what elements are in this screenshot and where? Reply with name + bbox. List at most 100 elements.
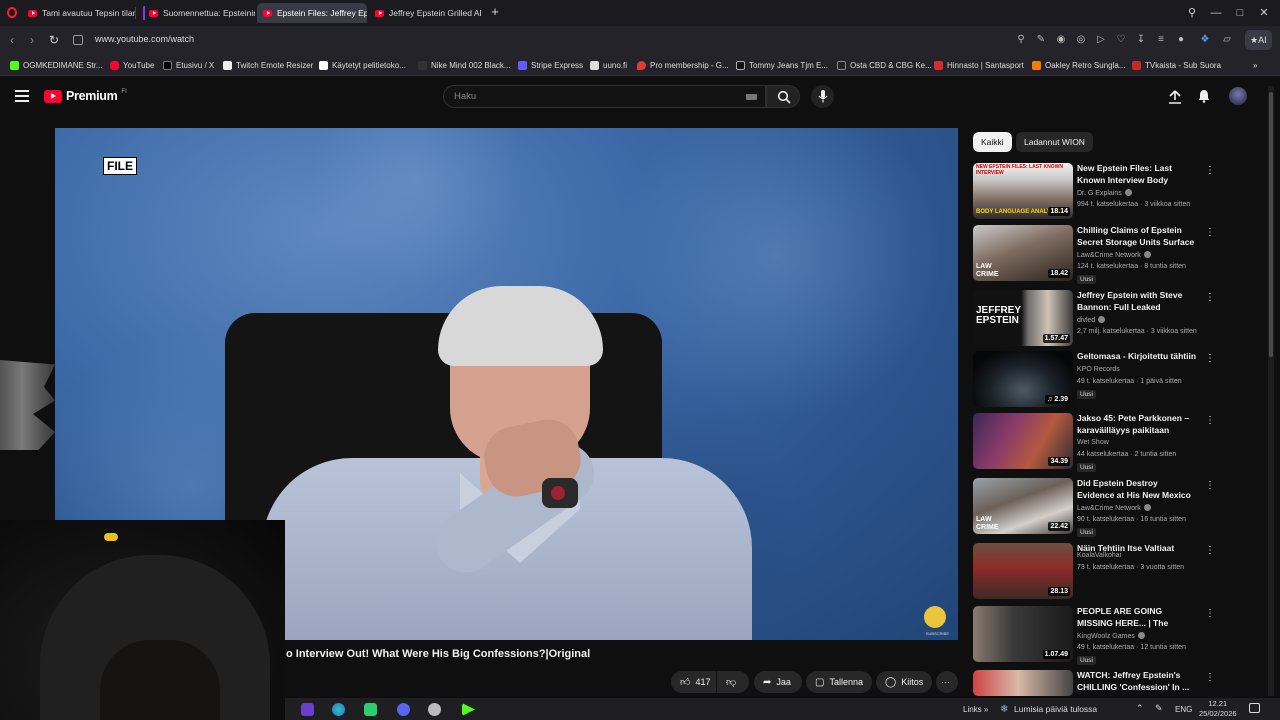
voice-search-button[interactable] — [811, 85, 834, 108]
bookmark-10[interactable]: Tommy Jeans Tjm E... — [736, 59, 828, 72]
tray-pen-icon[interactable]: ✎ — [1155, 703, 1163, 714]
clock[interactable]: 12.21 25/02/2026 — [1199, 699, 1237, 719]
browser-tab-2[interactable]: Suomennettua: Epsteinin — [143, 3, 255, 23]
bookmarks-overflow-icon[interactable]: » — [1253, 59, 1257, 72]
url-field[interactable]: www.youtube.com/watch — [95, 34, 194, 44]
extension-icon[interactable]: ❖ — [1199, 34, 1211, 46]
heart-icon[interactable]: ♡ — [1115, 34, 1127, 46]
share-button[interactable]: ➦ Jaa — [754, 671, 802, 693]
recommended-video[interactable]: 28.13 Näin Tehtiin Itse Valtiaat KoalaVa… — [973, 543, 1218, 603]
bookmark-12[interactable]: Hinnasto | Santasport — [934, 59, 1024, 72]
bookmark-4[interactable]: Twitch Emote Resizer — [223, 59, 313, 72]
input-language[interactable]: ENG — [1175, 705, 1192, 714]
more-options-icon[interactable]: ⋮ — [1205, 608, 1215, 619]
gamebar-icon[interactable] — [364, 703, 377, 716]
browser-tab-1[interactable]: Tami avautuu Tepsin tilan — [22, 3, 136, 23]
video-thumbnail[interactable]: 34.39 — [973, 413, 1073, 469]
recommended-video[interactable]: NEW EPSTEIN FILES: LAST KNOWN INTERVIEW … — [973, 163, 1218, 223]
thanks-button[interactable]: ◯ Kiitos — [876, 671, 932, 693]
search-input[interactable]: Haku — [443, 85, 766, 108]
more-options-icon[interactable]: ⋮ — [1205, 165, 1215, 176]
maximize-button[interactable]: □ — [1231, 4, 1249, 22]
taskbar-app-icon[interactable] — [301, 703, 314, 716]
tray-chevron-icon[interactable]: ⌃ — [1136, 703, 1144, 714]
more-options-icon[interactable]: ⋮ — [1205, 415, 1215, 426]
download-icon[interactable]: ↧ — [1135, 34, 1147, 46]
back-arrow-icon[interactable]: ‹ — [4, 32, 20, 48]
profile-icon[interactable]: ● — [1175, 34, 1187, 46]
weather-widget[interactable]: Lumisia päiviä tulossa — [1014, 704, 1097, 714]
bookmark-9[interactable]: Pro membership - G... — [637, 59, 729, 72]
more-options-icon[interactable]: ⋮ — [1205, 545, 1215, 556]
taskbar-links-toolbar[interactable]: Links » — [963, 705, 988, 714]
video-thumbnail[interactable] — [973, 670, 1073, 696]
cube-icon[interactable]: ▱ — [1221, 34, 1233, 46]
bookmark-1[interactable]: OGMKEDIMANE Str... — [10, 59, 103, 72]
recommended-video[interactable]: LAW CRIME 22.42 Did Epstein Destroy Evid… — [973, 478, 1218, 538]
youtube-premium-logo[interactable]: Premium FI — [44, 89, 127, 103]
new-tab-button[interactable]: + — [488, 5, 502, 19]
more-options-icon[interactable]: ⋮ — [1205, 672, 1215, 683]
edit-icon[interactable]: ✎ — [1035, 34, 1047, 46]
video-thumbnail[interactable]: 1.07.49 — [973, 606, 1073, 662]
reload-icon[interactable]: ↻ — [46, 32, 62, 48]
more-options-icon[interactable]: ⋮ — [1205, 480, 1215, 491]
subscribe-watermark-icon[interactable] — [924, 606, 946, 628]
bookmark-11[interactable]: Osta CBD & CBG Ke... — [837, 59, 932, 72]
recommended-video[interactable]: LAW CRIME 18.42 Chilling Claims of Epste… — [973, 225, 1218, 285]
edge-browser-icon[interactable] — [332, 703, 345, 716]
browser-tab-active[interactable]: Epstein Files: Jeffrey Epst — [257, 3, 367, 23]
shield-icon[interactable]: ◎ — [1075, 34, 1087, 46]
forward-arrow-icon[interactable]: › — [24, 32, 40, 48]
more-options-icon[interactable]: ⋮ — [1205, 292, 1215, 303]
search-button[interactable] — [766, 85, 800, 108]
upload-icon[interactable] — [1168, 90, 1182, 104]
video-thumbnail[interactable]: 28.13 — [973, 543, 1073, 599]
opera-logo-icon[interactable] — [7, 7, 17, 18]
more-options-icon[interactable]: ⋮ — [1205, 227, 1215, 238]
bookmark-5[interactable]: Käytetyt pelitietoko... — [319, 59, 406, 72]
recommended-video[interactable]: 34.39 Jakso 45: Pete Parkkonen – karaväi… — [973, 413, 1218, 473]
recommended-video[interactable]: 1.07.49 PEOPLE ARE GOING MISSING HERE...… — [973, 606, 1218, 666]
minimize-button[interactable]: — — [1207, 4, 1225, 22]
tab-search-icon[interactable]: ⚲ — [1183, 4, 1201, 22]
menu-icon[interactable]: ≡ — [1155, 34, 1167, 46]
video-thumbnail[interactable]: LAW CRIME 18.42 — [973, 225, 1073, 281]
recommended-video[interactable]: ♫ 2.39 Geltomasa - Kirjoitettu tähtiin K… — [973, 351, 1218, 411]
weather-icon[interactable]: ❄ — [1000, 704, 1008, 715]
close-window-button[interactable]: ✕ — [1255, 4, 1273, 22]
play-icon[interactable]: ▷ — [1095, 34, 1107, 46]
keyboard-icon[interactable] — [746, 94, 757, 100]
bookmark-14[interactable]: TVkaista - Sub Suora — [1132, 59, 1221, 72]
like-button[interactable]: 👍︎ 417 — [671, 671, 716, 693]
camera-icon[interactable]: ◉ — [1055, 34, 1067, 46]
bookmark-13[interactable]: Oakley Retro Sungla... — [1032, 59, 1125, 72]
chip-all[interactable]: Kaikki — [973, 132, 1012, 152]
dislike-button[interactable]: 👎︎ — [717, 671, 749, 693]
recommended-video[interactable]: WATCH: Jeffrey Epstein's CHILLING 'Confe… — [973, 670, 1218, 696]
scrollbar-thumb[interactable] — [1269, 92, 1273, 357]
video-thumbnail[interactable]: LAW CRIME 22.42 — [973, 478, 1073, 534]
shield-app-icon[interactable] — [428, 703, 441, 716]
site-info-icon[interactable] — [73, 35, 83, 45]
discord-icon[interactable] — [397, 703, 410, 716]
avatar[interactable] — [1229, 87, 1247, 105]
video-thumbnail[interactable]: NEW EPSTEIN FILES: LAST KNOWN INTERVIEW … — [973, 163, 1073, 219]
bookmark-6[interactable]: Nike Mind 002 Black... — [418, 59, 511, 72]
notification-center-icon[interactable] — [1249, 703, 1260, 713]
recommended-video[interactable]: JEFFREY EPSTEIN 1.57.47 Jeffrey Epstein … — [973, 290, 1218, 350]
video-thumbnail[interactable]: ♫ 2.39 — [973, 351, 1073, 407]
zoom-icon[interactable]: ⚲ — [1015, 34, 1027, 46]
video-thumbnail[interactable]: JEFFREY EPSTEIN 1.57.47 — [973, 290, 1073, 346]
bookmark-8[interactable]: uuno.fi — [590, 59, 627, 72]
bookmark-3[interactable]: Etusivu / X — [163, 59, 214, 72]
chip-uploaded-by-wion[interactable]: Ladannut WION — [1016, 132, 1093, 152]
more-actions-button[interactable]: ⋯ — [936, 671, 958, 693]
browser-tab-4[interactable]: Jeffrey Epstein Grilled Abo — [369, 3, 481, 23]
bookmark-7[interactable]: Stripe Express — [518, 59, 583, 72]
notifications-bell-icon[interactable] — [1197, 89, 1211, 103]
bookmark-2[interactable]: YouTube — [110, 59, 154, 72]
ai-button[interactable]: ★AI — [1245, 30, 1272, 50]
save-button[interactable]: ▢ Tallenna — [806, 671, 872, 693]
menu-hamburger-icon[interactable] — [15, 90, 29, 102]
